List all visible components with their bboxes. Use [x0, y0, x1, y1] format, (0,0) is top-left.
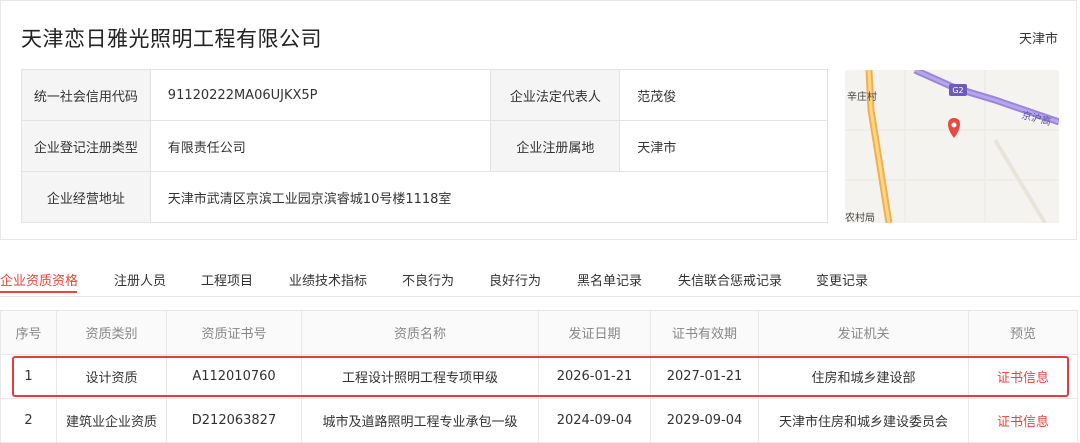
table-row: 1 设计资质 A112010760 工程设计照明工程专项甲级 2026-01-2… [0, 354, 1078, 399]
tab-blacklist[interactable]: 黑名单记录 [577, 270, 642, 289]
cell-cert-no: D212063827 [166, 398, 302, 443]
credit-code-value: 91120222MA06UJKX5P [149, 69, 492, 121]
table-row: 2 建筑业企业资质 D212063827 城市及道路照明工程专业承包一级 202… [0, 398, 1078, 443]
cell-issuer: 住房和城乡建设部 [758, 354, 969, 399]
reg-place-label: 企业注册属地 [490, 120, 621, 172]
tab-change-records[interactable]: 变更记录 [816, 270, 868, 289]
cell-name: 城市及道路照明工程专业承包一级 [301, 398, 539, 443]
info-row: 企业登记注册类型 有限责任公司 企业注册属地 天津市 [21, 120, 828, 172]
col-header-valid-until: 证书有效期 [650, 310, 759, 355]
table-header-row: 序号 资质类别 资质证书号 资质名称 发证日期 证书有效期 发证机关 预览 [0, 310, 1078, 355]
map-label-village: 辛庄村 [847, 90, 877, 103]
address-label: 企业经营地址 [21, 171, 151, 223]
cell-index: 2 [0, 398, 57, 443]
legal-rep-value: 范茂俊 [619, 69, 828, 121]
col-header-cert-no: 资质证书号 [166, 310, 302, 355]
reg-place-value: 天津市 [619, 120, 828, 172]
info-row: 企业经营地址 天津市武清区京滨工业园京滨睿城10号楼1118室 [21, 171, 829, 223]
cell-valid-until: 2029-09-04 [650, 398, 759, 443]
legal-rep-label: 企业法定代表人 [490, 69, 621, 121]
tab-registered-staff[interactable]: 注册人员 [114, 270, 166, 289]
col-header-index: 序号 [0, 310, 57, 355]
region-label: 天津市 [1018, 32, 1058, 47]
info-row: 统一社会信用代码 91120222MA06UJKX5P 企业法定代表人 范茂俊 [21, 69, 828, 121]
qualification-table: 序号 资质类别 资质证书号 资质名称 发证日期 证书有效期 发证机关 预览 1 … [0, 310, 1078, 443]
cell-issue-date: 2024-09-04 [538, 398, 651, 443]
cell-category: 设计资质 [56, 354, 167, 399]
col-header-category: 资质类别 [56, 310, 167, 355]
location-map[interactable]: G2 辛庄村 京沪高 农村局 [845, 70, 1059, 223]
cell-issuer: 天津市住房和城乡建设委员会 [758, 398, 969, 443]
cell-index: 1 [0, 354, 57, 399]
cell-category: 建筑业企业资质 [56, 398, 167, 443]
tab-qualifications[interactable]: 企业资质资格 [0, 270, 78, 289]
company-info-table: 统一社会信用代码 91120222MA06UJKX5P 企业法定代表人 范茂俊 … [21, 69, 829, 223]
tab-bad-behavior[interactable]: 不良行为 [402, 270, 454, 289]
company-name: 天津恋日雅光照明工程有限公司 [21, 27, 322, 51]
company-card: 天津恋日雅光照明工程有限公司 天津市 统一社会信用代码 91120222MA06… [0, 0, 1077, 240]
tab-joint-punishment[interactable]: 失信联合惩戒记录 [678, 270, 782, 289]
address-value: 天津市武清区京滨工业园京滨睿城10号楼1118室 [149, 171, 829, 223]
tab-performance-metrics[interactable]: 业绩技术指标 [289, 270, 367, 289]
cell-valid-until: 2027-01-21 [650, 354, 759, 399]
cell-issue-date: 2026-01-21 [538, 354, 651, 399]
tab-bar: 企业资质资格 注册人员 工程项目 业绩技术指标 不良行为 良好行为 黑名单记录 … [0, 262, 1080, 297]
map-label-g2: G2 [952, 86, 963, 95]
credit-code-label: 统一社会信用代码 [21, 69, 151, 121]
certificate-info-link[interactable]: 证书信息 [968, 398, 1078, 443]
map-label-bureau: 农村局 [845, 211, 875, 223]
tab-good-behavior[interactable]: 良好行为 [489, 270, 541, 289]
cell-name: 工程设计照明工程专项甲级 [301, 354, 539, 399]
tab-projects[interactable]: 工程项目 [201, 270, 253, 289]
col-header-preview: 预览 [968, 310, 1078, 355]
cell-cert-no: A112010760 [166, 354, 302, 399]
col-header-issuer: 发证机关 [758, 310, 969, 355]
active-tab-indicator [0, 291, 77, 293]
col-header-issue-date: 发证日期 [538, 310, 651, 355]
reg-type-value: 有限责任公司 [149, 120, 492, 172]
col-header-name: 资质名称 [301, 310, 539, 355]
reg-type-label: 企业登记注册类型 [21, 120, 151, 172]
map-graphic: G2 辛庄村 京沪高 农村局 [845, 70, 1059, 223]
certificate-info-link[interactable]: 证书信息 [968, 354, 1078, 399]
